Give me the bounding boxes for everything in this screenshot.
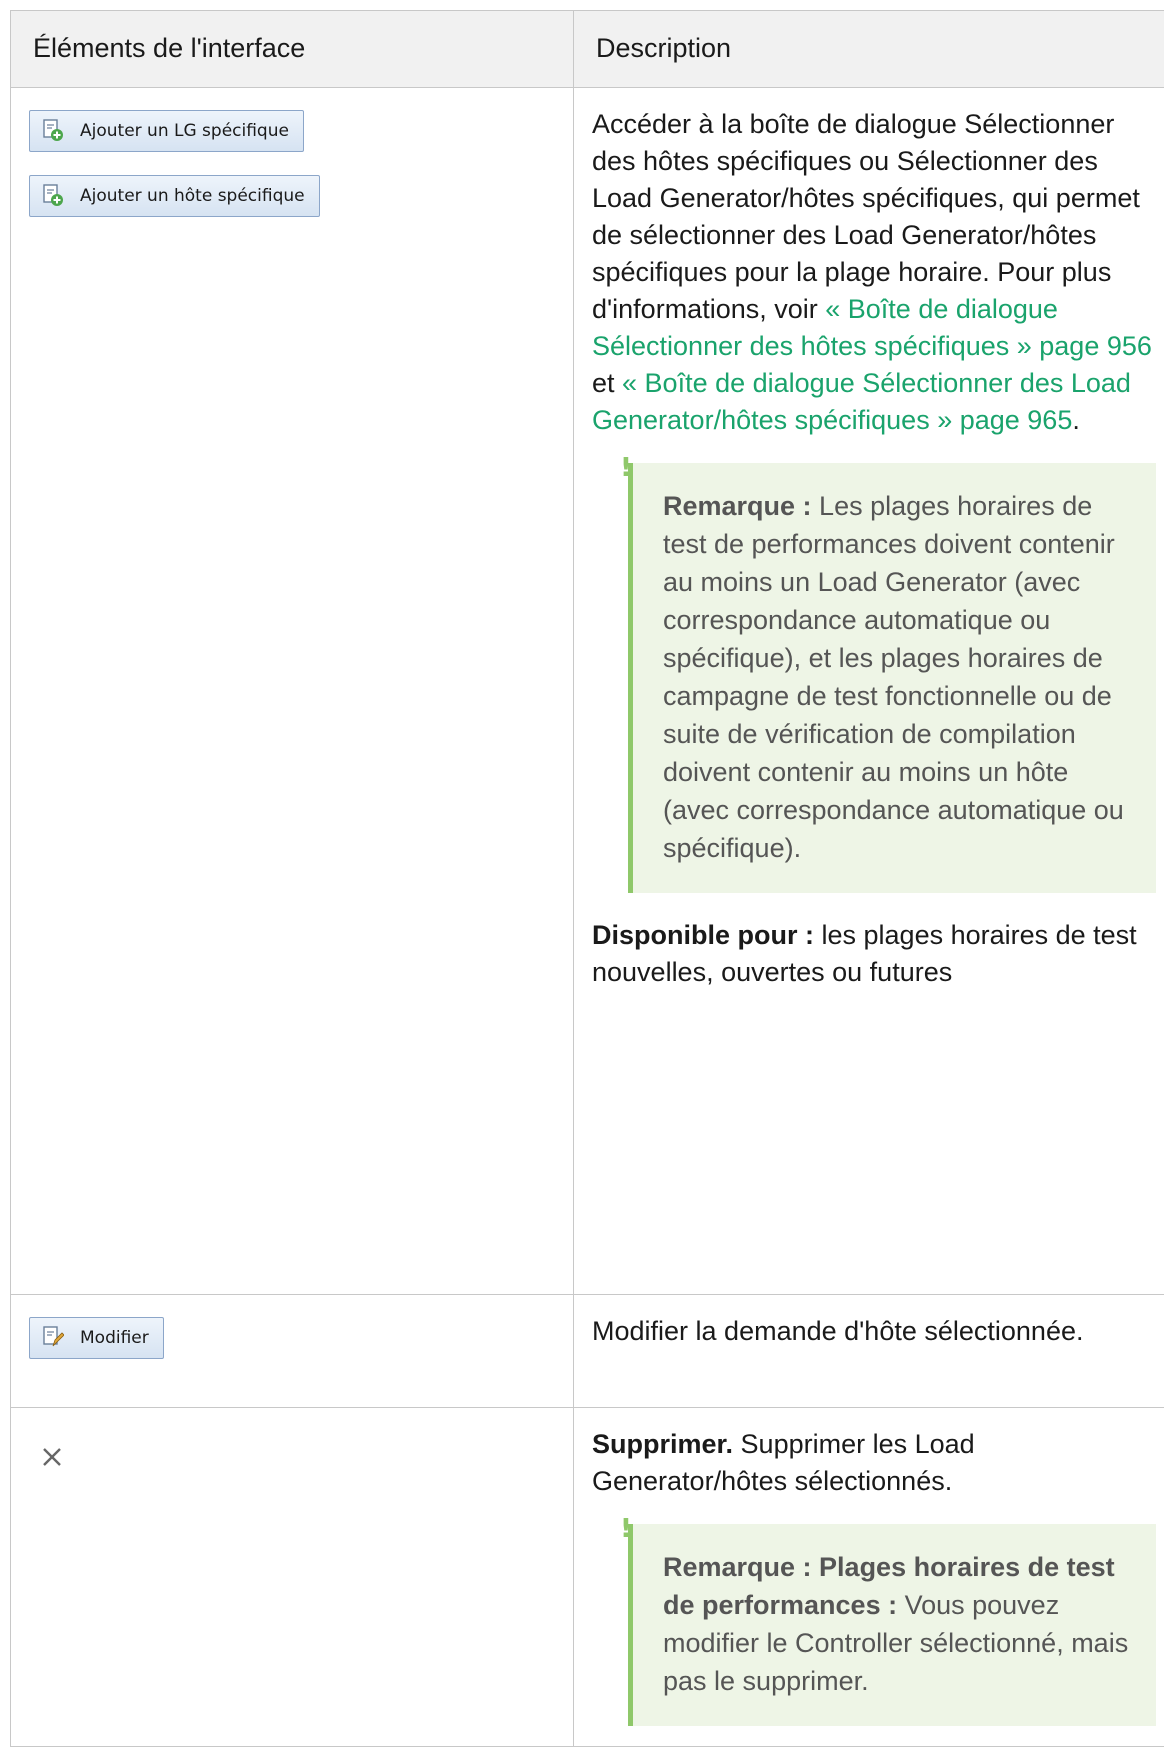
ui-element-cell: Modifier — [11, 1295, 574, 1408]
add-specific-lg-button[interactable]: Ajouter un LG spécifique — [29, 110, 304, 152]
description-cell: Modifier la demande d'hôte sélectionnée. — [574, 1295, 1164, 1408]
table-header-row: Éléments de l'interface Description — [11, 11, 1164, 88]
note-box: ! Remarque : Les plages horaires de test… — [628, 463, 1156, 893]
ui-element-cell: Ajouter un LG spécifique Ajouter un hôte… — [11, 88, 574, 1295]
add-specific-lg-label: Ajouter un LG spécifique — [80, 113, 289, 150]
ui-element-cell — [11, 1408, 574, 1747]
add-document-icon — [42, 184, 64, 208]
note-label: Remarque : — [663, 491, 812, 521]
link-select-lg-hosts-dialog[interactable]: « Boîte de dialogue Sélectionner des Loa… — [592, 368, 1131, 435]
add-document-icon — [42, 119, 64, 143]
header-ui-elements: Éléments de l'interface — [11, 11, 574, 88]
add-specific-host-label: Ajouter un hôte spécifique — [80, 178, 305, 215]
description-text: Modifier la demande d'hôte sélectionnée. — [592, 1313, 1156, 1350]
table-row: Ajouter un LG spécifique Ajouter un hôte… — [11, 88, 1164, 1295]
availability-text: Disponible pour : les plages horaires de… — [592, 917, 1156, 991]
table-row: Modifier Modifier la demande d'hôte séle… — [11, 1295, 1164, 1408]
description-cell: Supprimer. Supprimer les Load Generator/… — [574, 1408, 1164, 1747]
description-text: Accéder à la boîte de dialogue Sélection… — [592, 106, 1156, 439]
modify-label: Modifier — [80, 1320, 149, 1357]
exclamation-icon: ! — [620, 455, 626, 481]
description-period: . — [1072, 405, 1080, 435]
availability-label: Disponible pour : — [592, 920, 814, 950]
note-box: ! Remarque : Plages horaires de test de … — [628, 1524, 1156, 1726]
modify-button[interactable]: Modifier — [29, 1317, 164, 1359]
ui-elements-table: Éléments de l'interface Description Ajou… — [10, 10, 1164, 1747]
note-text: Les plages horaires de test de performan… — [663, 491, 1124, 863]
table-row: Supprimer. Supprimer les Load Generator/… — [11, 1408, 1164, 1747]
edit-document-icon — [42, 1326, 64, 1350]
delete-label: Supprimer. — [592, 1429, 733, 1459]
description-cell: Accéder à la boîte de dialogue Sélection… — [574, 88, 1164, 1295]
description-text: Supprimer. Supprimer les Load Generator/… — [592, 1426, 1156, 1500]
exclamation-icon: ! — [620, 1516, 626, 1542]
header-description: Description — [574, 11, 1164, 88]
description-conjunction: et — [592, 368, 622, 398]
close-icon[interactable] — [41, 1446, 63, 1468]
add-specific-host-button[interactable]: Ajouter un hôte spécifique — [29, 175, 320, 217]
description-intro: Accéder à la boîte de dialogue Sélection… — [592, 109, 1140, 324]
